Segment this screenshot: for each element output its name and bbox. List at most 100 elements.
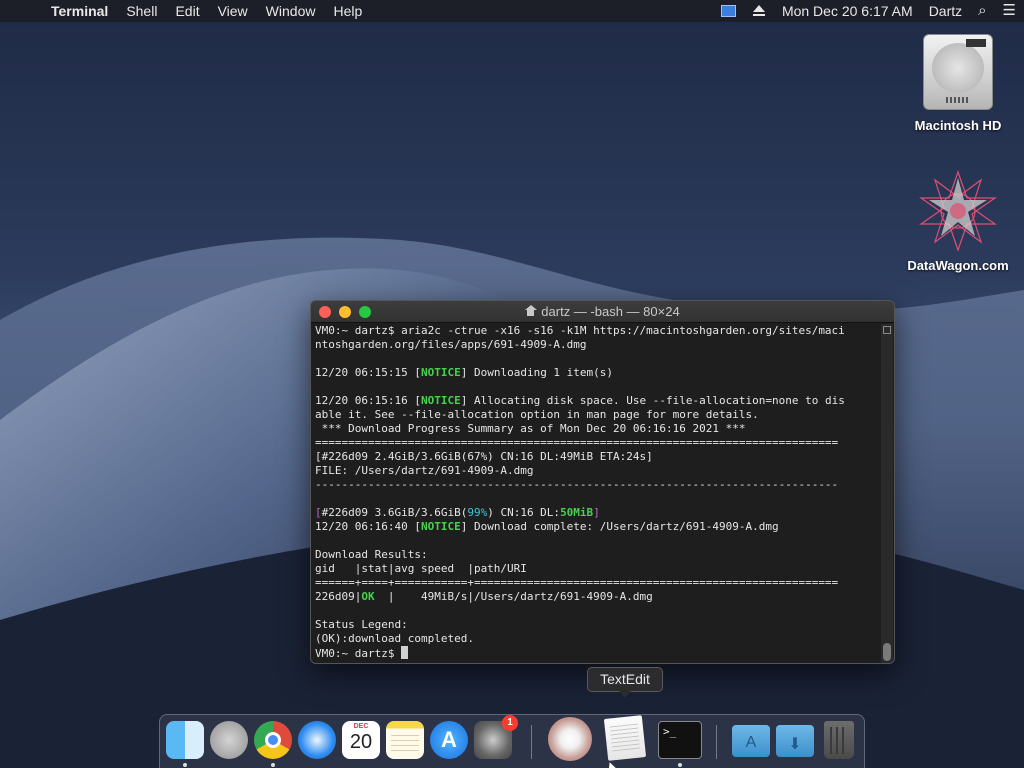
desktop-icon-label: DataWagon.com xyxy=(907,258,1009,273)
terminal-text: NOTICE xyxy=(420,366,461,379)
menu-view[interactable]: View xyxy=(209,0,257,22)
zoom-button[interactable] xyxy=(359,306,371,318)
terminal-line: ----------------------------------------… xyxy=(315,478,880,492)
menu-bar: Terminal Shell Edit View Window Help Mon… xyxy=(0,0,1024,22)
terminal-window[interactable]: dartz — -bash — 80×24 VM0:~ dartz$ aria2… xyxy=(310,300,895,664)
terminal-line: Download Results: xyxy=(315,548,880,562)
terminal-text: ========================================… xyxy=(315,436,839,449)
input-source-icon[interactable] xyxy=(720,5,736,17)
dock-applications-folder-icon[interactable]: A xyxy=(732,725,770,757)
terminal-line: able it. See --file-allocation option in… xyxy=(315,408,880,422)
terminal-text: 12/20 06:15:16 [ xyxy=(315,394,421,407)
terminal-text: 12/20 06:15:15 [ xyxy=(315,366,421,379)
home-folder-icon xyxy=(525,305,538,317)
running-indicator xyxy=(271,763,275,767)
dock: DEC 20 A 1 >_ A ⬇ xyxy=(159,714,865,768)
text-cursor xyxy=(401,646,409,659)
dock-photo-booth-icon[interactable] xyxy=(548,717,592,761)
dock-chrome-icon[interactable] xyxy=(254,721,292,759)
menu-edit[interactable]: Edit xyxy=(166,0,208,22)
dock-launchpad-icon[interactable] xyxy=(210,721,248,759)
dock-safari-icon[interactable] xyxy=(298,721,336,759)
terminal-text: ----------------------------------------… xyxy=(315,478,839,491)
terminal-text: ] Download complete: /Users/dartz/691-49… xyxy=(460,520,779,533)
terminal-line: [#226d09 2.4GiB/3.6GiB(67%) CN:16 DL:49M… xyxy=(315,450,880,464)
menubar-user[interactable]: Dartz xyxy=(921,0,970,22)
menu-shell[interactable]: Shell xyxy=(117,0,166,22)
terminal-text: (OK):download completed. xyxy=(315,632,474,645)
minimize-button[interactable] xyxy=(339,306,351,318)
dock-terminal-icon[interactable]: >_ xyxy=(658,721,702,759)
notification-center-icon[interactable]: ☰ xyxy=(995,0,1024,22)
terminal-line: FILE: /Users/dartz/691-4909-A.dmg xyxy=(315,464,880,478)
terminal-text: NOTICE xyxy=(420,394,461,407)
menu-app-name[interactable]: Terminal xyxy=(42,0,117,22)
spotlight-search-icon[interactable]: ⌕ xyxy=(970,0,994,22)
dock-app-store-icon[interactable]: A xyxy=(430,721,468,759)
dock-notes-icon[interactable] xyxy=(386,721,424,759)
dock-textedit-icon[interactable] xyxy=(603,715,647,761)
running-indicator xyxy=(183,763,187,767)
terminal-line: [#226d09 3.6GiB/3.6GiB(99%) CN:16 DL:50M… xyxy=(315,506,880,520)
terminal-text: 50MiB xyxy=(560,506,594,519)
window-title: dartz — -bash — 80×24 xyxy=(541,304,680,319)
hard-drive-icon xyxy=(923,34,993,110)
terminal-text: | 49MiB/s|/Users/dartz/691-4909-A.dmg xyxy=(374,590,653,603)
terminal-text: ======+====+===========+================… xyxy=(315,576,839,589)
terminal-text: gid |stat|avg speed |path/URI xyxy=(315,562,527,575)
terminal-text: ] xyxy=(593,506,600,519)
menubar-clock[interactable]: Mon Dec 20 6:17 AM xyxy=(774,0,921,22)
desktop-icon-datawagon[interactable]: DataWagon.com xyxy=(903,168,1013,273)
terminal-text: ] Downloading 1 item(s) xyxy=(460,366,614,379)
desktop-icon-label: Macintosh HD xyxy=(914,118,1002,133)
terminal-text: ] Allocating disk space. Use --file-allo… xyxy=(460,394,845,407)
terminal-line: ntoshgarden.org/files/apps/691-4909-A.dm… xyxy=(315,338,880,352)
terminal-line: 226d09|OK | 49MiB/s|/Users/dartz/691-490… xyxy=(315,590,880,604)
terminal-text: *** Download Progress Summary as of Mon … xyxy=(315,422,746,435)
terminal-text: 12/20 06:16:40 [ xyxy=(315,520,421,533)
terminal-line: 12/20 06:16:40 [NOTICE] Download complet… xyxy=(315,520,880,534)
terminal-line: VM0:~ dartz$ aria2c -ctrue -x16 -s16 -k1… xyxy=(315,324,880,338)
eject-icon[interactable] xyxy=(752,4,766,18)
terminal-text: ntoshgarden.org/files/apps/691-4909-A.dm… xyxy=(315,338,587,351)
terminal-text: 99% xyxy=(467,506,488,519)
terminal-line: *** Download Progress Summary as of Mon … xyxy=(315,422,880,436)
scrollbar-thumb[interactable] xyxy=(883,643,891,661)
terminal-line: VM0:~ dartz$ xyxy=(315,646,880,660)
dock-finder-icon[interactable] xyxy=(166,721,204,759)
dock-calendar-icon[interactable]: DEC 20 xyxy=(342,721,380,759)
download-arrow-icon: ⬇ xyxy=(788,736,802,753)
terminal-text: [#226d09 2.4GiB/3.6GiB(67%) CN:16 DL:49M… xyxy=(315,450,653,463)
terminal-text: FILE: /Users/dartz/691-4909-A.dmg xyxy=(315,464,534,477)
terminal-line: (OK):download completed. xyxy=(315,632,880,646)
desktop-icon-macintosh-hd[interactable]: Macintosh HD xyxy=(903,34,1013,133)
running-indicator xyxy=(678,763,682,767)
terminal-line: Status Legend: xyxy=(315,618,880,632)
menu-help[interactable]: Help xyxy=(324,0,371,22)
terminal-line: 12/20 06:15:15 [NOTICE] Downloading 1 it… xyxy=(315,366,880,380)
dock-separator xyxy=(716,725,717,759)
terminal-line: ======+====+===========+================… xyxy=(315,576,880,590)
dock-downloads-folder-icon[interactable]: ⬇ xyxy=(776,725,814,757)
dock-separator xyxy=(531,725,532,759)
terminal-line: gid |stat|avg speed |path/URI xyxy=(315,562,880,576)
calendar-day: 20 xyxy=(349,731,373,753)
close-button[interactable] xyxy=(319,306,331,318)
menu-window[interactable]: Window xyxy=(257,0,325,22)
dock-trash-icon[interactable] xyxy=(824,721,854,759)
terminal-text: Download Results: xyxy=(315,548,428,561)
terminal-text: able it. See --file-allocation option in… xyxy=(315,408,759,421)
terminal-text: OK xyxy=(361,590,375,603)
notification-badge: 1 xyxy=(502,715,518,731)
terminal-line: ========================================… xyxy=(315,436,880,450)
terminal-output[interactable]: VM0:~ dartz$ aria2c -ctrue -x16 -s16 -k1… xyxy=(315,324,880,663)
scrollbar-split-icon[interactable] xyxy=(883,326,891,334)
terminal-text: [ xyxy=(315,506,322,519)
apps-glyph-icon: A xyxy=(745,734,757,751)
window-title-bar[interactable]: dartz — -bash — 80×24 xyxy=(311,301,894,323)
terminal-scrollbar[interactable] xyxy=(881,324,893,663)
